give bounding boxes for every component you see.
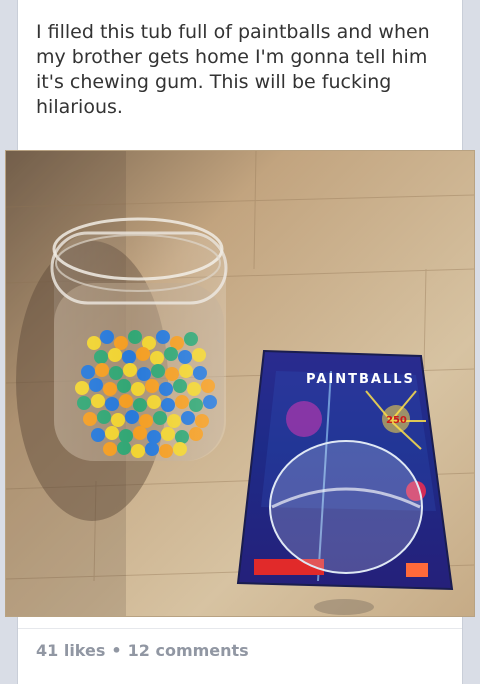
comments-count[interactable]: 12 comments: [128, 641, 249, 660]
post-photo[interactable]: PAINTBALLS 250: [6, 151, 474, 616]
stats-divider: [18, 628, 462, 629]
post-stats: 41 likes • 12 comments: [36, 641, 249, 660]
post-text: I filled this tub full of paintballs and…: [36, 21, 430, 118]
stats-separator: •: [111, 641, 122, 660]
paintball-package: PAINTBALLS 250: [236, 349, 454, 615]
package-brand-text: PAINTBALLS: [306, 372, 415, 387]
photo-illustration: PAINTBALLS 250: [6, 151, 474, 616]
likes-count[interactable]: 41 likes: [36, 641, 105, 660]
package-badge-text: 250: [386, 415, 407, 426]
